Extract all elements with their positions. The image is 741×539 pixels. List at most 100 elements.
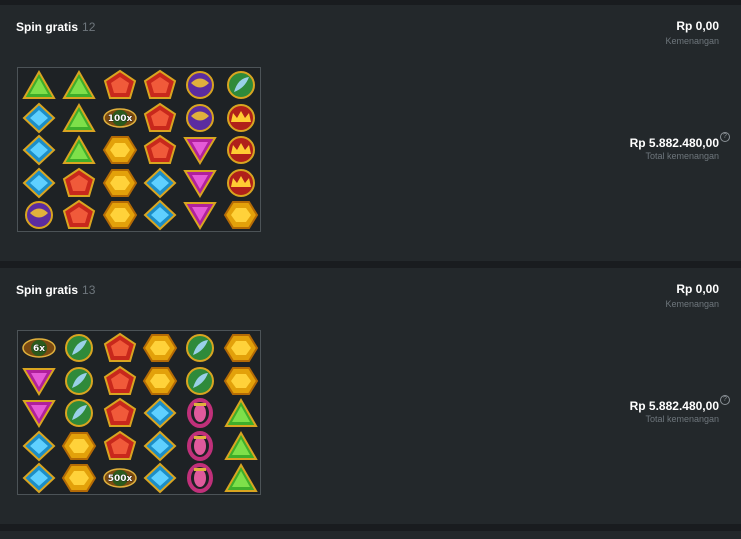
blue-diamond-gem-icon <box>22 167 56 199</box>
spin-number: 13 <box>82 283 96 297</box>
yellow-hexagon-gem-icon <box>221 332 261 364</box>
spin-title: Spin gratis 13 <box>16 283 96 297</box>
win-label: Kemenangan <box>665 299 719 309</box>
red-crown-gem-icon <box>221 134 261 166</box>
blue-diamond-gem-icon <box>140 167 180 199</box>
red-pentagon-gem-icon <box>143 69 177 99</box>
magenta-triangle-gem-icon <box>180 167 220 199</box>
magenta-triangle-gem-icon <box>19 365 59 397</box>
reel-grid: 6x 500x <box>17 330 261 495</box>
help-icon[interactable]: ? <box>720 132 730 142</box>
green-feather-gem-icon <box>59 332 99 364</box>
pink-ring-gem-icon <box>180 397 220 429</box>
red-pentagon-gem-icon <box>140 102 180 134</box>
yellow-hexagon-gem-icon <box>223 366 258 395</box>
yellow-hexagon-gem-icon <box>102 201 137 230</box>
green-triangle-gem-icon <box>22 69 56 99</box>
blue-diamond-gem-icon <box>19 167 59 199</box>
total-win-amount: Rp 5.882.480,00 <box>629 399 719 413</box>
red-pentagon-gem-icon <box>103 332 136 362</box>
red-pentagon-gem-icon <box>103 430 136 460</box>
blue-diamond-gem-icon <box>19 102 59 134</box>
yellow-hexagon-gem-icon <box>102 136 137 165</box>
yellow-hexagon-gem-icon <box>223 201 258 230</box>
red-pentagon-gem-icon <box>100 430 140 462</box>
help-icon[interactable]: ? <box>720 395 730 405</box>
red-pentagon-gem-icon <box>143 134 177 165</box>
yellow-hexagon-gem-icon <box>142 334 178 362</box>
win-amount: Rp 0,00 <box>676 19 719 33</box>
green-feather-gem-icon <box>65 366 94 395</box>
blue-diamond-gem-icon <box>140 397 180 429</box>
purple-scarab-gem-icon <box>25 201 53 230</box>
blue-diamond-gem-icon <box>140 430 180 462</box>
blue-diamond-gem-icon <box>19 430 59 462</box>
red-crown-gem-icon <box>226 168 255 197</box>
red-pentagon-gem-icon <box>140 134 180 166</box>
pink-ring-gem-icon <box>180 462 220 494</box>
purple-scarab-gem-icon <box>186 71 215 99</box>
green-triangle-gem-icon <box>62 135 97 165</box>
green-triangle-gem-icon <box>62 102 97 132</box>
green-feather-gem-icon <box>65 399 94 428</box>
blue-diamond-gem-icon <box>22 463 56 494</box>
blue-diamond-gem-icon <box>22 102 56 133</box>
green-triangle-gem-icon <box>221 462 261 494</box>
total-win-amount: Rp 5.882.480,00 <box>629 136 719 150</box>
blue-diamond-gem-icon <box>140 199 180 231</box>
yellow-hexagon-gem-icon <box>140 365 180 397</box>
red-pentagon-gem-icon <box>100 397 140 429</box>
red-pentagon-gem-icon <box>63 167 96 197</box>
blue-diamond-gem-icon <box>143 167 177 199</box>
green-triangle-gem-icon <box>59 69 99 101</box>
yellow-hexagon-gem-icon <box>62 431 97 460</box>
spin-panel-13: Spin gratis 13 Rp 0,00 Kemenangan 6x 500x … <box>0 268 741 524</box>
multiplier-100x-icon: 100x <box>102 107 137 128</box>
green-triangle-gem-icon <box>59 102 99 134</box>
yellow-hexagon-gem-icon <box>142 366 178 395</box>
green-triangle-gem-icon <box>59 134 99 166</box>
yellow-hexagon-gem-icon <box>100 167 140 199</box>
magenta-triangle-gem-icon <box>183 202 217 231</box>
pink-ring-gem-icon <box>187 430 214 461</box>
green-triangle-gem-icon <box>223 463 258 493</box>
green-feather-gem-icon <box>186 366 215 395</box>
pink-ring-gem-icon <box>187 398 214 429</box>
multiplier-symbol: 6x <box>19 332 59 364</box>
total-win-label: Total kemenangan <box>645 414 719 424</box>
red-pentagon-gem-icon <box>103 69 136 99</box>
green-triangle-gem-icon <box>19 69 59 101</box>
spin-title: Spin gratis 12 <box>16 20 96 34</box>
green-feather-gem-icon <box>180 365 220 397</box>
multiplier-6x-icon: 6x <box>22 338 56 358</box>
blue-diamond-gem-icon <box>22 430 56 462</box>
red-pentagon-gem-icon <box>103 365 136 395</box>
magenta-triangle-gem-icon <box>180 199 220 231</box>
red-pentagon-gem-icon <box>140 69 180 101</box>
red-pentagon-gem-icon <box>143 102 177 132</box>
green-triangle-gem-icon <box>221 397 261 429</box>
multiplier-symbol: 100x <box>100 102 140 134</box>
spin-panel-next <box>0 531 741 539</box>
purple-scarab-gem-icon <box>180 102 220 134</box>
red-pentagon-gem-icon <box>59 199 99 231</box>
green-feather-gem-icon <box>226 71 255 99</box>
yellow-hexagon-gem-icon <box>221 365 261 397</box>
magenta-triangle-gem-icon <box>19 397 59 429</box>
spin-panel-12: Spin gratis 12 Rp 0,00 Kemenangan 100x Rp… <box>0 5 741 261</box>
yellow-hexagon-gem-icon <box>223 334 258 362</box>
pink-ring-gem-icon <box>187 463 214 494</box>
blue-diamond-gem-icon <box>143 200 177 231</box>
yellow-hexagon-gem-icon <box>100 134 140 166</box>
red-pentagon-gem-icon <box>103 397 136 428</box>
red-pentagon-gem-icon <box>100 69 140 101</box>
win-label: Kemenangan <box>665 36 719 46</box>
green-feather-gem-icon <box>221 69 261 101</box>
green-feather-gem-icon <box>180 332 220 364</box>
red-crown-gem-icon <box>226 103 255 132</box>
spin-number: 12 <box>82 20 96 34</box>
win-amount: Rp 0,00 <box>676 282 719 296</box>
yellow-hexagon-gem-icon <box>102 168 137 197</box>
blue-diamond-gem-icon <box>143 463 177 494</box>
svg-text:6x: 6x <box>33 344 45 354</box>
